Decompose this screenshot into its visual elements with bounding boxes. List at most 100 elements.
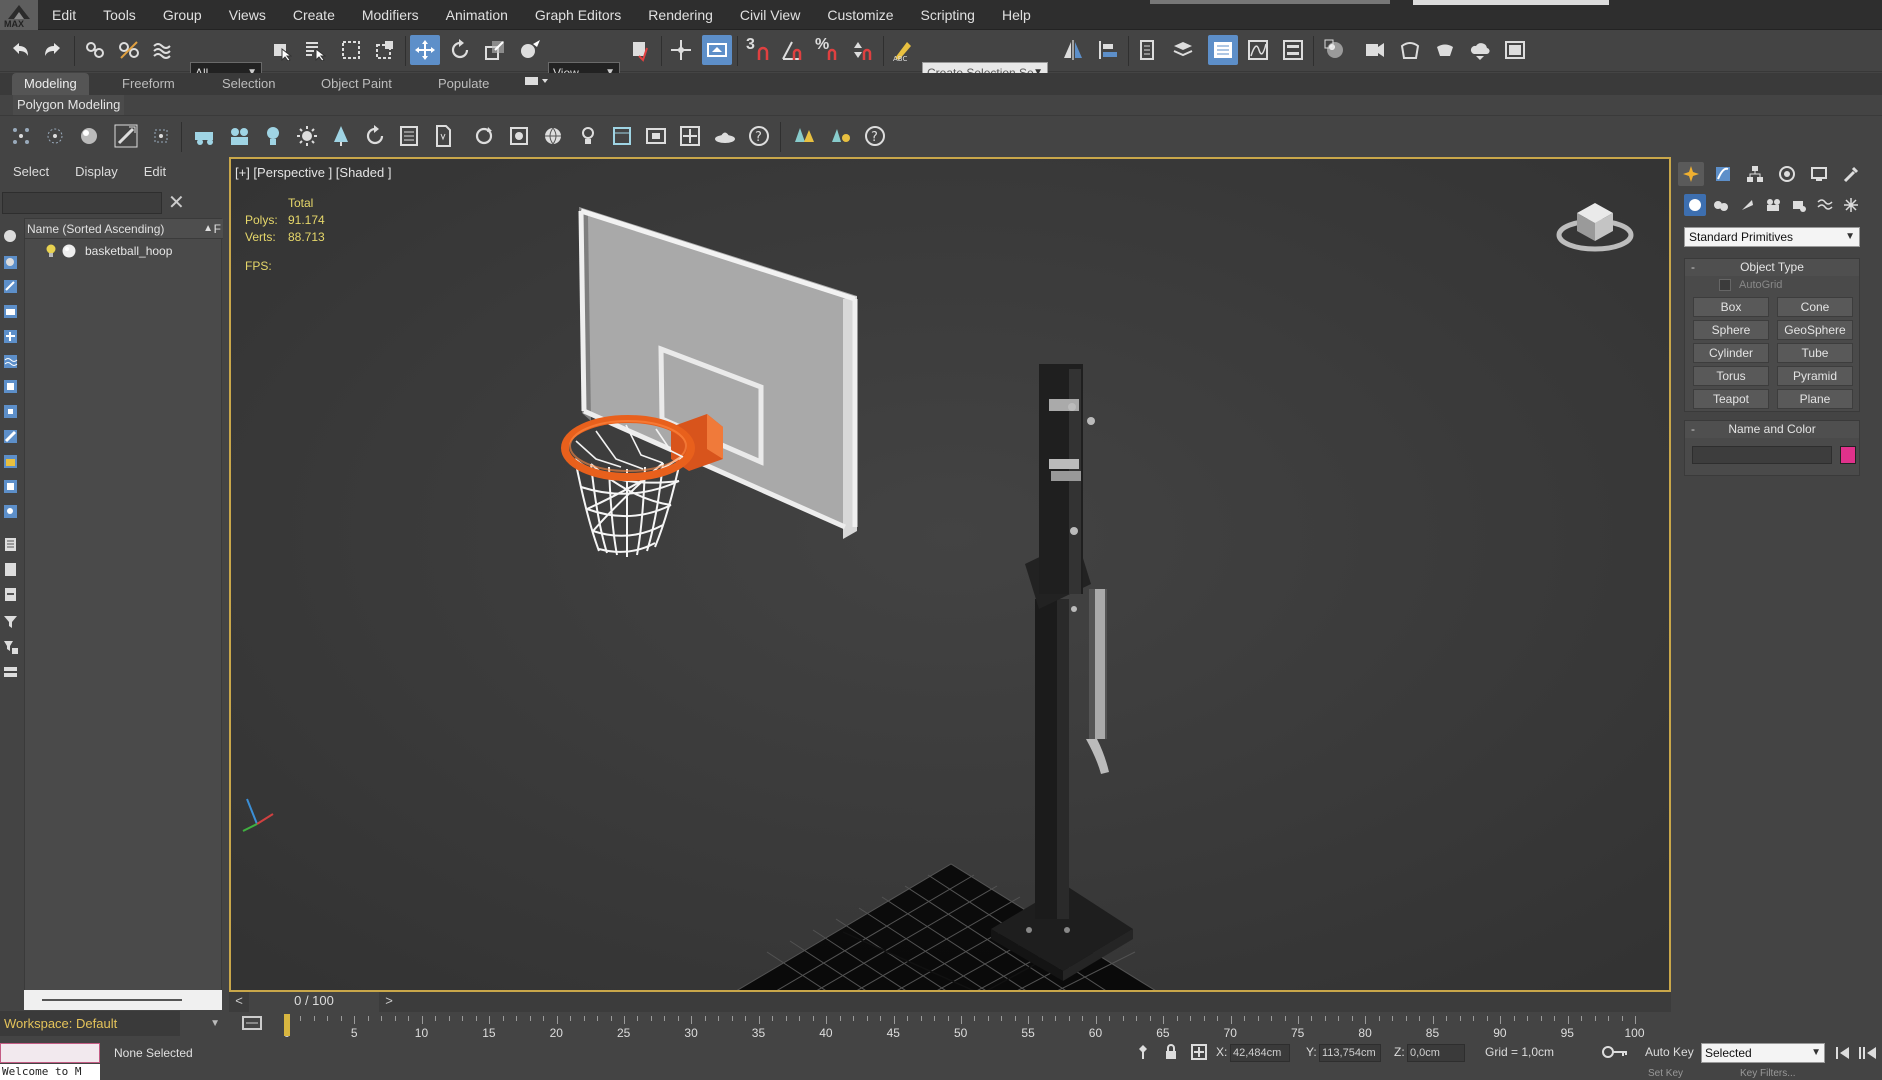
menu-animation[interactable]: Animation bbox=[446, 0, 508, 30]
perspective-viewport[interactable]: [+] [Perspective ] [Shaded ] Total Polys… bbox=[229, 157, 1671, 992]
teapot-button[interactable]: Teapot bbox=[1693, 389, 1769, 409]
primitive-category-dropdown[interactable]: Standard Primitives ▼ bbox=[1684, 227, 1860, 247]
frame-counter[interactable]: 0 / 100 bbox=[249, 992, 379, 1012]
display-spacewarps-icon[interactable] bbox=[2, 353, 19, 370]
menu-help[interactable]: Help bbox=[1002, 0, 1031, 30]
explorer-menu-select[interactable]: Select bbox=[13, 164, 49, 184]
place-icon[interactable] bbox=[515, 35, 545, 65]
menu-group[interactable]: Group bbox=[163, 0, 202, 30]
track-bar[interactable]: 0510152025303540455055606570758085909510… bbox=[229, 1012, 1671, 1040]
search-field[interactable] bbox=[1413, 0, 1609, 5]
scatter-icon[interactable] bbox=[825, 121, 855, 151]
menu-create[interactable]: Create bbox=[293, 0, 335, 30]
menu-civil-view[interactable]: Civil View bbox=[740, 0, 800, 30]
tab-object-paint[interactable]: Object Paint bbox=[321, 73, 392, 95]
tube-button[interactable]: Tube bbox=[1777, 343, 1853, 363]
key-filters-button[interactable]: Key Filters... bbox=[1740, 1068, 1796, 1079]
render-in-cloud-icon[interactable] bbox=[1465, 35, 1495, 65]
tree-row[interactable]: basketball_hoop bbox=[45, 241, 172, 261]
display-xrefs-icon[interactable] bbox=[2, 403, 19, 420]
mirror-icon[interactable] bbox=[1058, 35, 1088, 65]
key-mode-dropdown[interactable]: Selected ▼ bbox=[1701, 1043, 1825, 1063]
tree-icon[interactable] bbox=[326, 121, 356, 151]
frame-icon[interactable] bbox=[607, 121, 637, 151]
light-bulb-icon[interactable] bbox=[258, 121, 288, 151]
vehicle-icon[interactable] bbox=[190, 121, 220, 151]
key-icon[interactable] bbox=[1600, 1037, 1630, 1067]
frame-ruler[interactable]: 0510152025303540455055606570758085909510… bbox=[284, 1014, 1645, 1040]
shapes-icon[interactable] bbox=[1710, 194, 1732, 216]
invert-display-icon[interactable] bbox=[2, 586, 19, 603]
ribbon-options-icon[interactable] bbox=[524, 73, 550, 95]
box-view-icon[interactable] bbox=[504, 121, 534, 151]
rendered-frame-window-icon[interactable] bbox=[1395, 35, 1425, 65]
display-frozen-icon[interactable] bbox=[2, 478, 19, 495]
display-groups-icon[interactable] bbox=[2, 378, 19, 395]
display-cameras-icon[interactable] bbox=[2, 303, 19, 320]
menu-edit[interactable]: Edit bbox=[52, 0, 76, 30]
close-icon[interactable]: ✕ bbox=[168, 190, 185, 215]
display-shapes-icon[interactable] bbox=[2, 254, 19, 271]
tab-freeform[interactable]: Freeform bbox=[122, 73, 175, 95]
sphere-button[interactable]: Sphere bbox=[1693, 320, 1769, 340]
select-object-icon[interactable] bbox=[266, 35, 296, 65]
rotate-view-icon[interactable] bbox=[469, 121, 499, 151]
cone-button[interactable]: Cone bbox=[1777, 297, 1853, 317]
scene-explorer-icon[interactable] bbox=[1208, 35, 1238, 65]
object-name-field[interactable] bbox=[1692, 446, 1832, 464]
redo-icon[interactable] bbox=[38, 35, 68, 65]
tab-modeling[interactable]: Modeling bbox=[12, 73, 89, 95]
auto-key-button[interactable]: Auto Key bbox=[1645, 1045, 1694, 1059]
safe-frame-icon[interactable] bbox=[641, 121, 671, 151]
select-manipulate-icon[interactable] bbox=[666, 35, 696, 65]
cameras-icon[interactable] bbox=[1762, 194, 1784, 216]
y-coordinate-field[interactable]: 113,754cm bbox=[1319, 1044, 1381, 1062]
list-icon[interactable] bbox=[394, 121, 424, 151]
menu-graph-editors[interactable]: Graph Editors bbox=[535, 0, 621, 30]
display-helpers-icon[interactable] bbox=[2, 328, 19, 345]
help-icon-2[interactable]: ? bbox=[860, 121, 890, 151]
motion-tab-icon[interactable] bbox=[1774, 162, 1800, 186]
app-logo[interactable]: MAX bbox=[0, 0, 38, 30]
display-hidden-icon[interactable] bbox=[2, 503, 19, 520]
torus-button[interactable]: Torus bbox=[1693, 366, 1769, 386]
sun-icon[interactable] bbox=[292, 121, 322, 151]
object-color-swatch[interactable] bbox=[1840, 446, 1856, 464]
systems-icon[interactable] bbox=[1840, 194, 1862, 216]
menu-tools[interactable]: Tools bbox=[103, 0, 136, 30]
globe-icon[interactable] bbox=[538, 121, 568, 151]
bind-space-warp-icon[interactable] bbox=[148, 35, 178, 65]
display-geometry-icon[interactable] bbox=[2, 228, 19, 245]
space-warps-icon[interactable] bbox=[1814, 194, 1836, 216]
next-frame-button[interactable]: > bbox=[379, 992, 399, 1012]
maxscript-output[interactable]: Welcome to M bbox=[0, 1064, 100, 1080]
time-playhead[interactable] bbox=[284, 1014, 290, 1036]
align-icon[interactable] bbox=[1093, 35, 1123, 65]
scale-icon[interactable] bbox=[480, 35, 510, 65]
display-containers-icon[interactable] bbox=[2, 453, 19, 470]
menu-rendering[interactable]: Rendering bbox=[648, 0, 713, 30]
display-none-icon[interactable] bbox=[2, 561, 19, 578]
help-icon[interactable]: ? bbox=[744, 121, 774, 151]
lock-icon[interactable] bbox=[1156, 1037, 1186, 1067]
render-setup-icon[interactable] bbox=[1360, 35, 1390, 65]
pyramid-button[interactable]: Pyramid bbox=[1777, 366, 1853, 386]
select-edge-icon[interactable] bbox=[40, 121, 70, 151]
select-element-icon[interactable] bbox=[146, 121, 176, 151]
menu-views[interactable]: Views bbox=[229, 0, 266, 30]
curve-editor-icon[interactable] bbox=[1243, 35, 1273, 65]
select-by-name-icon[interactable] bbox=[300, 35, 330, 65]
material-editor-icon[interactable] bbox=[1320, 35, 1350, 65]
rotate-icon[interactable] bbox=[445, 35, 475, 65]
filter-options-icon[interactable] bbox=[2, 638, 19, 655]
lights-icon[interactable] bbox=[1736, 194, 1758, 216]
set-key-button[interactable]: Set Key bbox=[1648, 1068, 1683, 1079]
explorer-menu-display[interactable]: Display bbox=[75, 164, 118, 184]
layer-options-icon[interactable] bbox=[2, 664, 19, 681]
name-and-color-header[interactable]: - Name and Color bbox=[1685, 421, 1859, 438]
angle-snap-icon[interactable] bbox=[777, 35, 807, 65]
edit-named-selection-icon[interactable]: ABC bbox=[888, 35, 918, 65]
tab-populate[interactable]: Populate bbox=[438, 73, 489, 95]
z-coordinate-field[interactable]: 0,0cm bbox=[1407, 1044, 1465, 1062]
crosshair-icon[interactable] bbox=[675, 121, 705, 151]
